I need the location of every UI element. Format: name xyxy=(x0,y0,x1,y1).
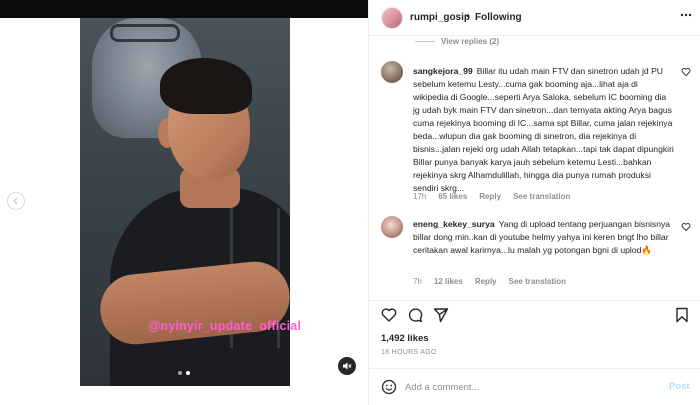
bookmark-icon[interactable] xyxy=(674,307,690,323)
more-options-icon[interactable] xyxy=(679,8,693,25)
carousel-indicator xyxy=(178,371,190,375)
carousel-dot-active xyxy=(186,371,190,375)
post-timestamp: 18 HOURS AGO xyxy=(381,349,437,356)
comment-reply-button[interactable]: Reply xyxy=(479,192,501,201)
carousel-prev-button[interactable] xyxy=(7,192,25,210)
comment-likes[interactable]: 65 likes xyxy=(438,192,467,201)
comment-reply-button[interactable]: Reply xyxy=(475,277,497,286)
comment-body: eneng_kekey_surya Yang di upload tentang … xyxy=(413,218,675,257)
avatar[interactable] xyxy=(381,7,403,29)
comment-username[interactable]: sangkejora_99 xyxy=(413,66,473,76)
post-likes-count[interactable]: 1,492 likes xyxy=(381,333,429,344)
comment-time: 7h xyxy=(413,277,422,286)
see-translation-button[interactable]: See translation xyxy=(513,192,570,201)
comment-like-heart-icon[interactable] xyxy=(681,67,691,77)
speaker-muted-icon xyxy=(343,362,352,370)
comment-input[interactable] xyxy=(405,378,655,396)
post-header: rumpi_gosip • Following xyxy=(369,0,700,36)
replies-divider xyxy=(415,41,435,42)
header-username[interactable]: rumpi_gosip xyxy=(410,12,470,23)
following-button[interactable]: Following xyxy=(475,12,522,23)
post-comment-button[interactable]: Post xyxy=(669,381,690,392)
more-horizontal-icon xyxy=(680,13,692,17)
comment-avatar[interactable] xyxy=(381,216,403,238)
comment-username[interactable]: eneng_kekey_surya xyxy=(413,219,495,229)
see-translation-button[interactable]: See translation xyxy=(509,277,566,286)
comment-time: 17h xyxy=(413,192,427,201)
comment-avatar[interactable] xyxy=(381,61,403,83)
post-actions-bar xyxy=(369,300,700,326)
carousel-dot xyxy=(178,371,182,375)
view-replies-label: View replies (2) xyxy=(441,37,500,46)
comment-like-heart-icon[interactable] xyxy=(681,222,691,232)
send-icon[interactable] xyxy=(433,307,449,323)
heart-icon[interactable] xyxy=(381,307,397,323)
comment-likes[interactable]: 12 likes xyxy=(434,277,463,286)
emoji-icon[interactable] xyxy=(381,379,397,395)
comments-list: View replies (2) sangkejora_99 Billar itu… xyxy=(369,36,700,320)
post-media: @nyinyir_update_official xyxy=(0,0,368,405)
chevron-left-icon xyxy=(13,197,18,205)
comment-meta: 17h 65 likes Reply See translation xyxy=(413,192,570,201)
comment-body: sangkejora_99 Billar itu udah main FTV da… xyxy=(413,65,675,195)
post-side-panel: rumpi_gosip • Following View replies (2)… xyxy=(368,0,700,405)
add-comment-bar: Post xyxy=(369,368,700,405)
view-replies-link[interactable]: View replies (2) xyxy=(415,37,499,46)
mute-button[interactable] xyxy=(338,357,356,375)
video-watermark: @nyinyir_update_official xyxy=(148,319,302,333)
person-hair xyxy=(160,58,252,114)
poster-glasses xyxy=(110,24,180,42)
comment-icon[interactable] xyxy=(407,307,423,323)
media-top-bar xyxy=(0,0,368,18)
header-separator: • xyxy=(466,11,470,22)
comment-text: Billar itu udah main FTV dan sinetron ud… xyxy=(413,66,674,193)
comment-meta: 7h 12 likes Reply See translation xyxy=(413,277,566,286)
